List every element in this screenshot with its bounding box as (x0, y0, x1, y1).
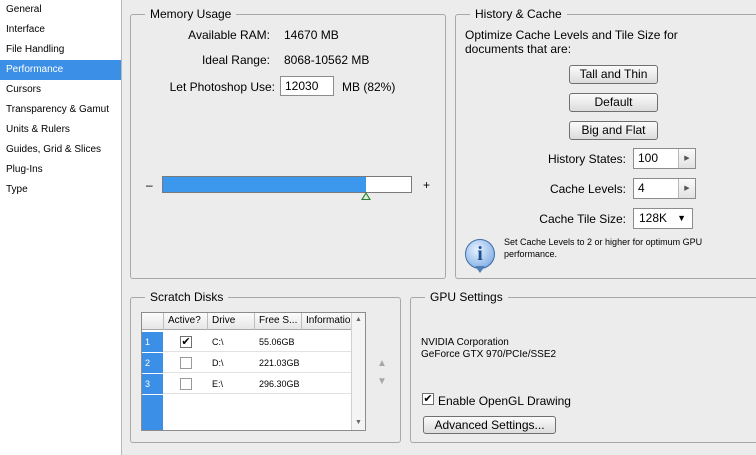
history-states-value: 100 (638, 151, 659, 165)
free-space-cell: 296.30GB (259, 379, 300, 389)
chevron-right-icon[interactable]: ▶ (678, 149, 695, 168)
memory-usage-title: Memory Usage (145, 7, 237, 21)
column-header-drive[interactable]: Drive (208, 313, 255, 330)
sidebar-item-file-handling[interactable]: File Handling (0, 40, 121, 60)
available-ram-value: 14670 MB (284, 28, 339, 42)
sidebar-item-guides-grid-slices[interactable]: Guides, Grid & Slices (0, 140, 121, 160)
available-ram-label: Available RAM: (188, 28, 270, 42)
info-icon: i (465, 239, 495, 273)
move-down-icon[interactable]: ▼ (377, 376, 387, 387)
cache-tile-size-value: 128K (639, 211, 668, 225)
sidebar-item-transparency-gamut[interactable]: Transparency & Gamut (0, 100, 121, 120)
ram-percent-label: MB (82%) (342, 80, 396, 94)
ram-slider[interactable] (162, 176, 412, 193)
advanced-settings-button[interactable]: Advanced Settings... (423, 416, 556, 434)
table-scrollbar[interactable]: ▲ ▼ (351, 313, 365, 430)
column-header-number (142, 313, 164, 330)
row-number: 3 (142, 374, 163, 394)
opengl-label: Enable OpenGL Drawing (438, 394, 571, 408)
table-row[interactable]: 1 ✔ C:\ 55.06GB (142, 332, 351, 352)
scratch-disks-title: Scratch Disks (145, 290, 229, 304)
active-checkbox[interactable] (180, 378, 192, 390)
history-states-label: History States: (547, 152, 626, 166)
cache-levels-value: 4 (638, 181, 645, 195)
table-row[interactable]: 2 D:\ 221.03GB (142, 353, 351, 373)
move-up-icon[interactable]: ▲ (377, 358, 387, 369)
big-and-flat-button[interactable]: Big and Flat (569, 121, 658, 140)
gpu-model: GeForce GTX 970/PCIe/SSE2 (421, 349, 557, 360)
chevron-down-icon: ▼ (677, 213, 686, 223)
gpu-settings-title: GPU Settings (425, 290, 508, 304)
table-row[interactable]: 3 E:\ 296.30GB (142, 374, 351, 394)
ideal-range-label: Ideal Range: (201, 53, 270, 67)
history-states-stepper[interactable]: 100 ▶ (633, 148, 696, 169)
history-cache-title: History & Cache (470, 7, 567, 21)
tall-and-thin-button[interactable]: Tall and Thin (569, 65, 658, 84)
let-photoshop-use-label: Let Photoshop Use: (169, 80, 275, 94)
drive-cell: D:\ (212, 358, 224, 368)
column-header-active[interactable]: Active? (164, 313, 208, 330)
opengl-checkbox[interactable]: ✔ (422, 393, 434, 405)
sidebar-item-type[interactable]: Type (0, 180, 121, 200)
row-number-gutter (142, 395, 163, 430)
sidebar-item-performance[interactable]: Performance (0, 60, 121, 80)
free-space-cell: 221.03GB (259, 358, 300, 368)
sidebar-item-interface[interactable]: Interface (0, 20, 121, 40)
cache-description: Optimize Cache Levels and Tile Size for … (465, 28, 678, 56)
cache-tile-size-label: Cache Tile Size: (539, 212, 626, 226)
sidebar-item-general[interactable]: General (0, 0, 121, 20)
ideal-range-value: 8068-10562 MB (284, 53, 370, 67)
ram-slider-thumb[interactable] (361, 192, 371, 200)
slider-minus-label: – (146, 178, 153, 192)
cache-info-text: Set Cache Levels to 2 or higher for opti… (504, 237, 703, 259)
cache-levels-label: Cache Levels: (549, 182, 626, 196)
scroll-down-icon[interactable]: ▼ (352, 416, 365, 430)
drive-cell: E:\ (212, 379, 224, 389)
photoshop-ram-input[interactable] (280, 76, 334, 96)
column-header-free-space[interactable]: Free S... (255, 313, 302, 330)
slider-plus-label: + (423, 178, 431, 192)
table-header: Active? Drive Free S... Information (142, 313, 352, 330)
scratch-disks-table: Active? Drive Free S... Information 1 ✔ … (141, 312, 366, 431)
cache-tile-size-select[interactable]: 128K ▼ (633, 208, 693, 229)
cache-levels-stepper[interactable]: 4 ▶ (633, 178, 696, 199)
row-number: 2 (142, 353, 163, 373)
ram-slider-fill (163, 177, 366, 192)
gpu-vendor: NVIDIA Corporation (421, 337, 509, 348)
free-space-cell: 55.06GB (259, 337, 295, 347)
sidebar-item-cursors[interactable]: Cursors (0, 80, 121, 100)
drive-cell: C:\ (212, 337, 224, 347)
sidebar-item-plug-ins[interactable]: Plug-Ins (0, 160, 121, 180)
row-number: 1 (142, 332, 163, 352)
scroll-up-icon[interactable]: ▲ (352, 313, 365, 327)
active-checkbox[interactable]: ✔ (180, 336, 192, 348)
default-button[interactable]: Default (569, 93, 658, 112)
column-header-information[interactable]: Information (302, 313, 352, 330)
preferences-sidebar: General Interface File Handling Performa… (0, 0, 122, 455)
active-checkbox[interactable] (180, 357, 192, 369)
chevron-right-icon[interactable]: ▶ (678, 179, 695, 198)
sidebar-item-units-rulers[interactable]: Units & Rulers (0, 120, 121, 140)
